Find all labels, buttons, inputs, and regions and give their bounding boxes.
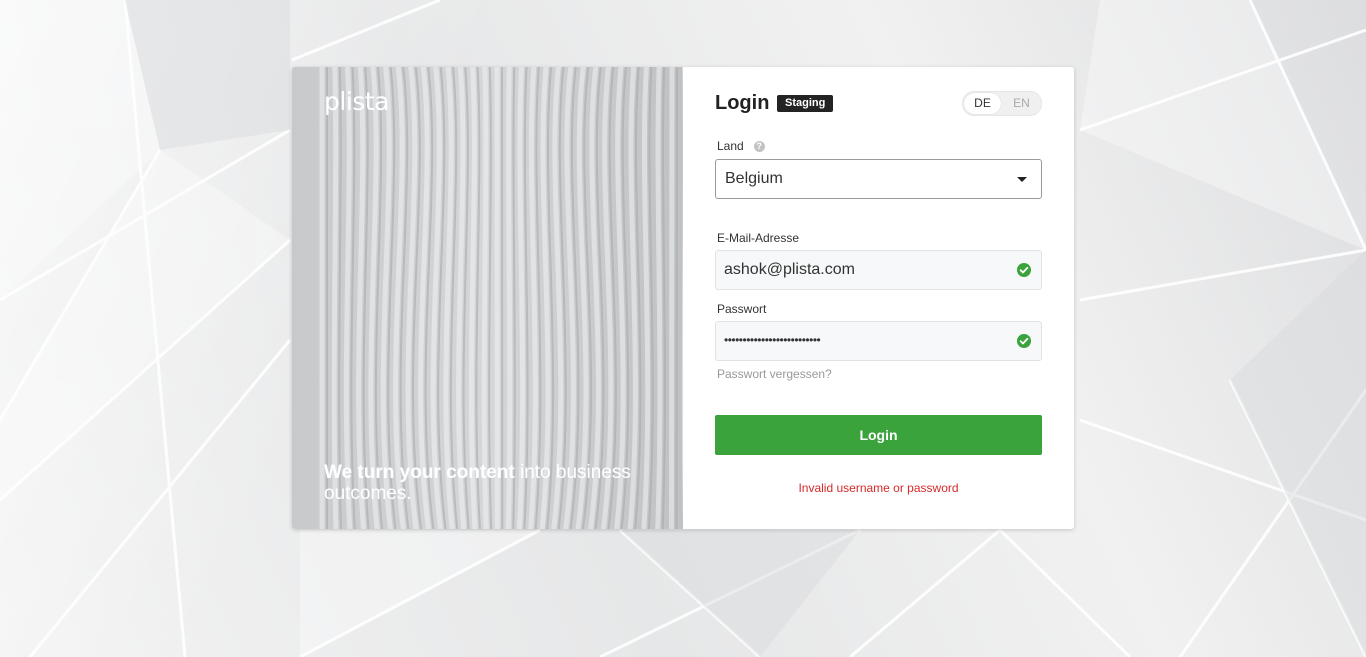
password-field-value: •••••••••••••••••••••••••• [724,333,821,347]
tagline-bold: We turn your content [324,462,515,483]
question-circle-icon[interactable]: ? [753,141,765,152]
login-form: Login Staging DE EN Land? Belgium E-Mail… [683,67,1074,529]
email-label: E-Mail-Adresse [717,231,800,245]
check-circle-icon [1017,263,1031,277]
password-field[interactable]: •••••••••••••••••••••••••• [715,321,1042,361]
caret-down-icon [1017,177,1027,182]
login-card: plista We turn your content into busines… [292,67,1074,529]
country-label-text: Land [717,139,744,153]
email-field-value: ashok@plista.com [724,261,855,278]
hero-panel: plista We turn your content into busines… [292,67,683,529]
check-circle-icon [1017,334,1031,348]
language-de-button[interactable]: DE [964,93,1001,114]
plista-logo: plista [324,87,389,116]
environment-badge: Staging [777,95,834,112]
login-button[interactable]: Login [715,415,1042,455]
language-switcher: DE EN [962,91,1042,116]
hero-wave-pattern [319,67,683,529]
country-label: Land? [717,139,765,153]
country-select[interactable]: Belgium [715,159,1042,199]
forgot-password-link[interactable]: Passwort vergessen? [717,367,832,381]
country-select-value: Belgium [725,170,783,187]
hero-tagline: We turn your content into business outco… [324,462,654,504]
email-field[interactable]: ashok@plista.com [715,250,1042,290]
language-en-button[interactable]: EN [1003,93,1040,114]
page-title: Login [715,92,770,114]
password-label: Passwort [717,302,767,316]
error-message: Invalid username or password [798,481,959,495]
